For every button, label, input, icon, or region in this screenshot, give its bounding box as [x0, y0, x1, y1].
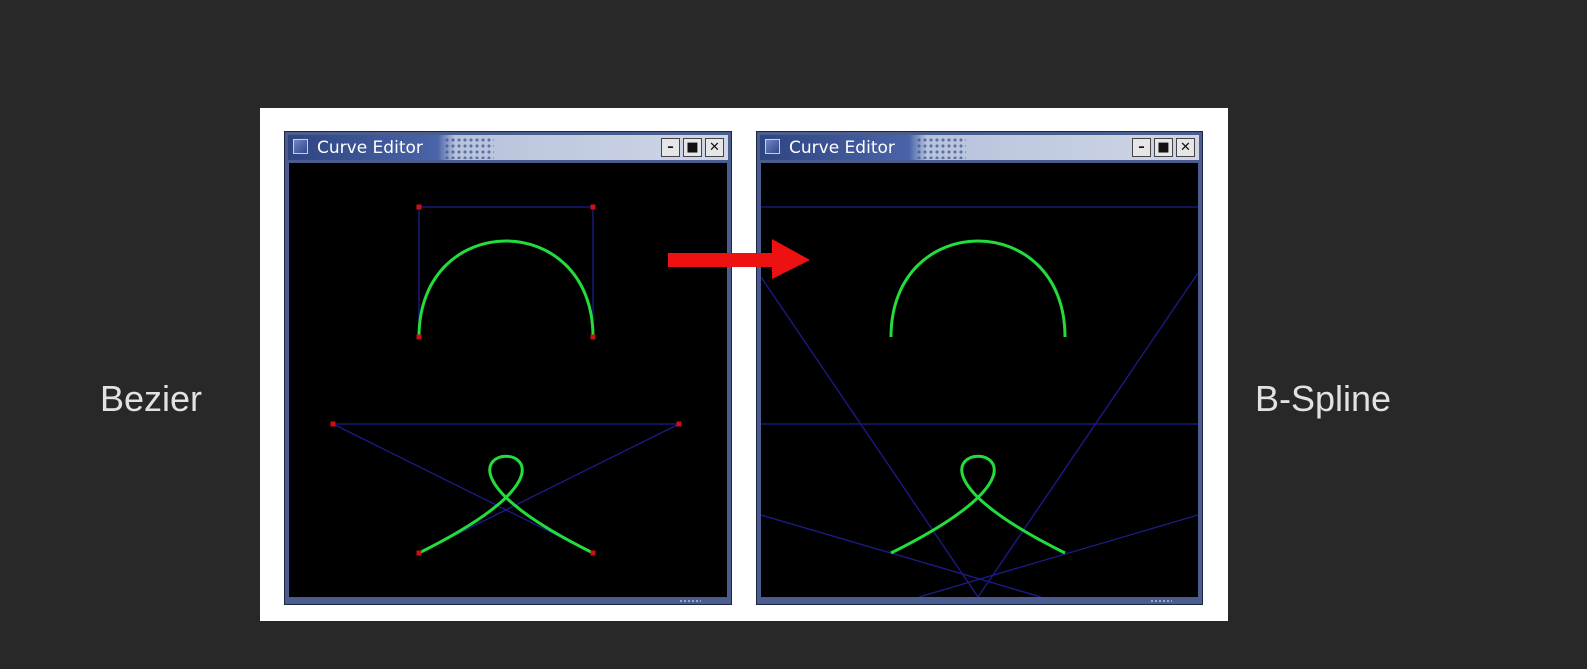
- resize-grip[interactable]: [679, 599, 701, 603]
- minimize-icon[interactable]: –: [1132, 138, 1151, 157]
- curve-editor-window-b-spline[interactable]: Curve Editor – ■ ✕: [756, 131, 1203, 605]
- b-spline-curve-arch: [889, 239, 1067, 338]
- control-point[interactable]: [330, 421, 336, 427]
- window-icon[interactable]: [293, 139, 308, 154]
- b-spline-label: B-Spline: [1255, 378, 1392, 419]
- curve-editor-window-bezier[interactable]: Curve Editor – ■ ✕: [284, 131, 732, 605]
- drawing-canvas[interactable]: [289, 163, 727, 597]
- control-polygon-loop: [918, 514, 1198, 597]
- bezier-curve-loop: [418, 454, 594, 555]
- bezier-drawing: [330, 204, 682, 556]
- control-point[interactable]: [590, 550, 596, 556]
- bezier-label: Bezier: [100, 378, 203, 419]
- close-icon[interactable]: ✕: [705, 138, 724, 157]
- control-polygon-loop: [332, 423, 680, 554]
- title-pattern: [444, 137, 494, 159]
- minimize-icon[interactable]: –: [661, 138, 680, 157]
- control-point[interactable]: [590, 204, 596, 210]
- window-controls: – ■ ✕: [1132, 138, 1195, 157]
- title-bar[interactable]: Curve Editor – ■ ✕: [760, 135, 1199, 160]
- window-title: Curve Editor: [317, 138, 423, 158]
- right-arrow-icon: [668, 239, 810, 279]
- window-icon[interactable]: [765, 139, 780, 154]
- control-point[interactable]: [416, 334, 422, 340]
- window-controls: – ■ ✕: [661, 138, 724, 157]
- slide-panel: Curve Editor – ■ ✕ Curve Editor – ■ ✕: [260, 108, 1228, 621]
- control-point[interactable]: [676, 421, 682, 427]
- control-point[interactable]: [590, 334, 596, 340]
- b-spline-curve-loop: [890, 454, 1066, 555]
- bezier-curve-arch: [417, 239, 595, 338]
- window-title: Curve Editor: [789, 138, 895, 158]
- control-point[interactable]: [416, 550, 422, 556]
- control-polygon-arch: [418, 206, 594, 337]
- title-pattern: [916, 137, 966, 159]
- b-spline-drawing: [761, 206, 1198, 597]
- control-polygon-arch: [761, 272, 1198, 597]
- title-bar[interactable]: Curve Editor – ■ ✕: [288, 135, 728, 160]
- maximize-icon[interactable]: ■: [683, 138, 702, 157]
- maximize-icon[interactable]: ■: [1154, 138, 1173, 157]
- close-icon[interactable]: ✕: [1176, 138, 1195, 157]
- drawing-canvas[interactable]: [761, 163, 1198, 597]
- control-polygon-loop: [761, 514, 1042, 597]
- control-point[interactable]: [416, 204, 422, 210]
- resize-grip[interactable]: [1150, 599, 1172, 603]
